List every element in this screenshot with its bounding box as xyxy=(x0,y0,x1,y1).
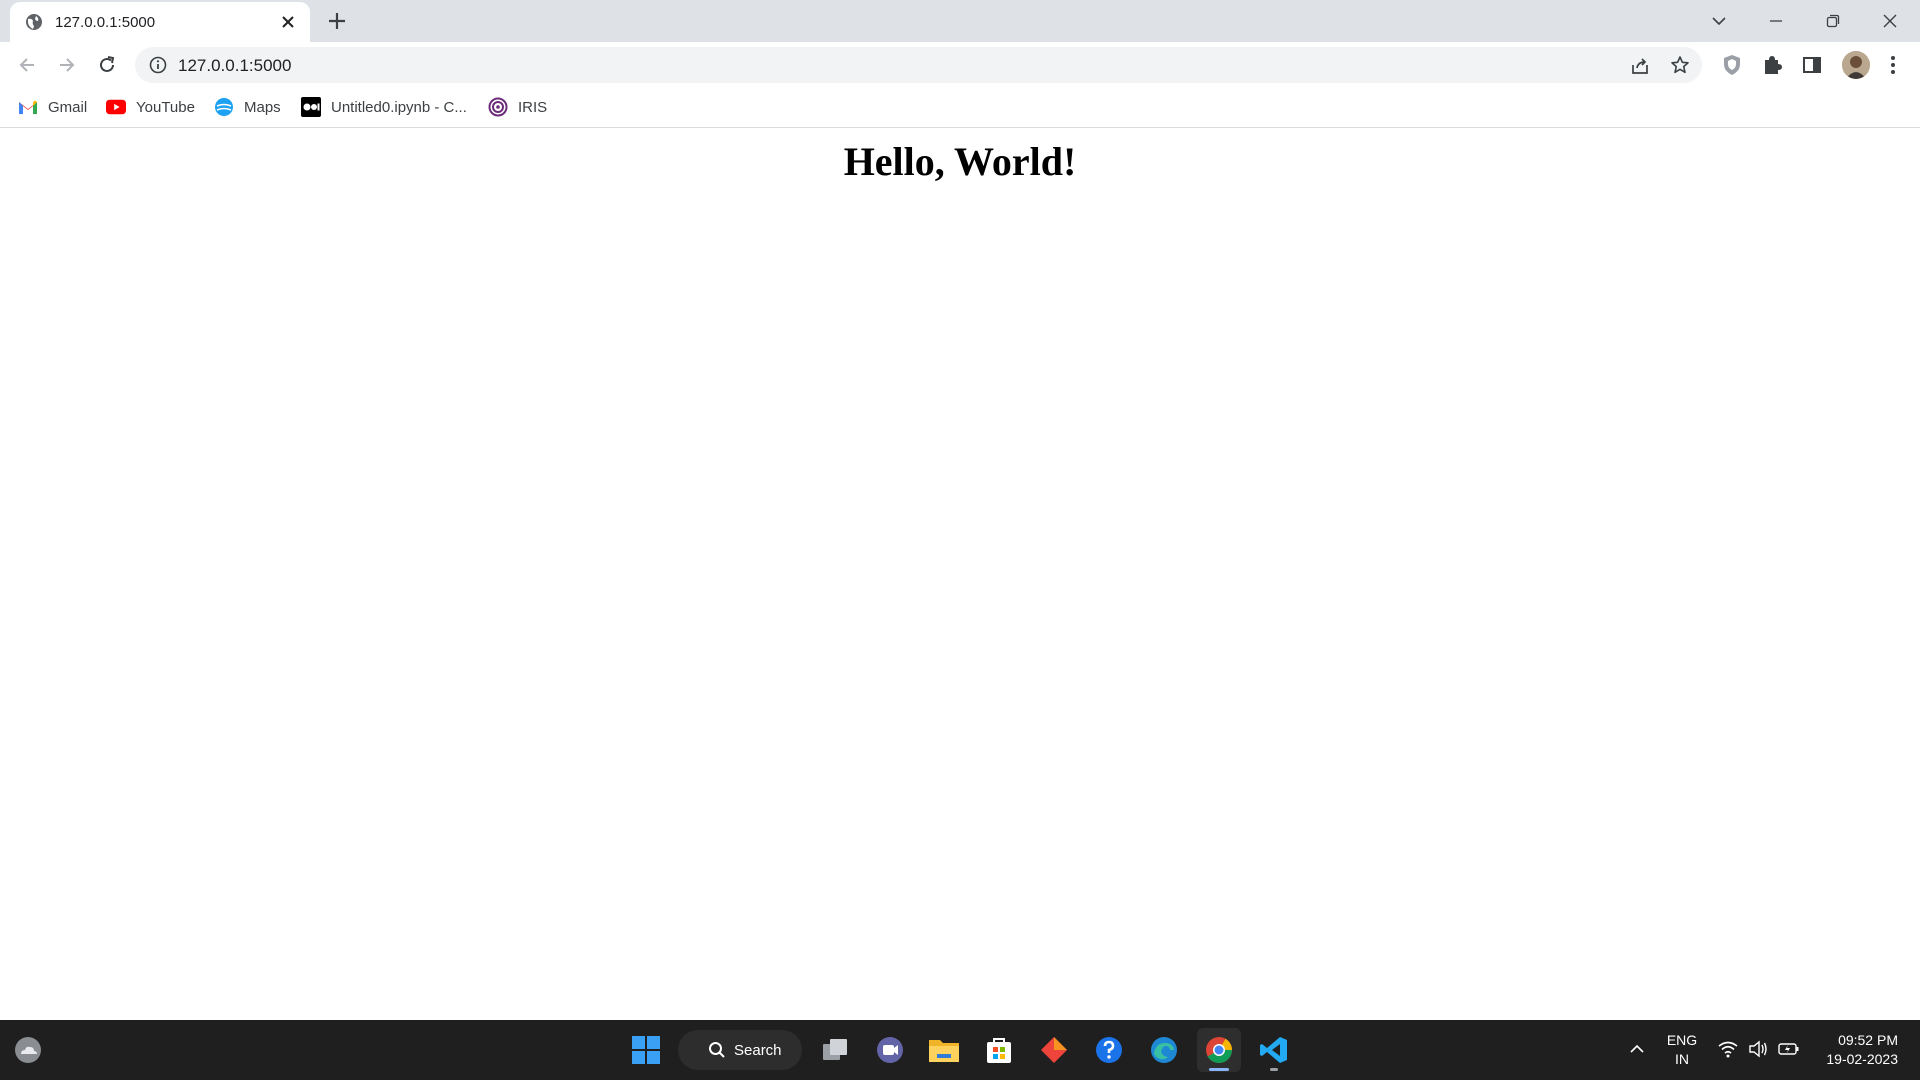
globe-icon xyxy=(26,14,42,30)
anydesk-button[interactable] xyxy=(1032,1028,1076,1072)
more-vertical-icon xyxy=(1891,56,1895,74)
restore-icon xyxy=(1826,14,1840,28)
language-code: ENG xyxy=(1666,1032,1698,1048)
tab-search-button[interactable] xyxy=(1696,6,1742,36)
teams-chat-button[interactable] xyxy=(868,1028,912,1072)
widgets-button[interactable] xyxy=(6,1028,50,1072)
store-icon xyxy=(987,1038,1011,1063)
windows-start-icon xyxy=(632,1036,660,1064)
bookmark-colab[interactable]: Untitled0.ipynb - C... xyxy=(301,94,467,120)
wifi-icon xyxy=(1718,1041,1738,1058)
new-tab-icon[interactable] xyxy=(326,10,348,32)
wifi-status[interactable] xyxy=(1718,1040,1738,1063)
folder-icon xyxy=(929,1040,959,1062)
chrome-button[interactable] xyxy=(1197,1028,1241,1072)
shield-icon xyxy=(1724,55,1740,75)
task-view-button[interactable] xyxy=(813,1028,857,1072)
address-bar[interactable]: 127.0.0.1:5000 xyxy=(135,47,1702,83)
microsoft-store-button[interactable] xyxy=(977,1028,1021,1072)
taskbar: Search ENG IN 09:52 PM 19-02-2023 xyxy=(0,1020,1920,1080)
shield-extension-button[interactable] xyxy=(1720,53,1744,77)
menu-button[interactable] xyxy=(1881,53,1905,77)
maps-icon xyxy=(214,97,234,117)
arrow-right-icon xyxy=(60,58,75,72)
file-explorer-button[interactable] xyxy=(922,1028,966,1072)
youtube-icon xyxy=(106,97,126,117)
chrome-icon xyxy=(1206,1037,1233,1064)
tab-title: 127.0.0.1:5000 xyxy=(55,14,156,31)
start-button[interactable] xyxy=(624,1028,668,1072)
input-language-indicator[interactable]: ENG IN xyxy=(1662,1031,1702,1069)
colab-icon xyxy=(301,97,321,117)
puzzle-icon xyxy=(1765,56,1782,74)
bookmark-maps[interactable]: Maps xyxy=(214,94,281,120)
volume-icon xyxy=(1749,1040,1767,1058)
browser-toolbar: 127.0.0.1:5000 xyxy=(0,42,1920,88)
bookmark-iris[interactable]: IRIS xyxy=(488,94,547,120)
volume-status[interactable] xyxy=(1748,1040,1768,1063)
chat-icon xyxy=(877,1037,903,1063)
avatar-icon xyxy=(1842,51,1870,79)
weather-icon xyxy=(15,1037,41,1063)
bookmark-youtube[interactable]: YouTube xyxy=(106,94,195,120)
forward-button[interactable] xyxy=(52,50,82,80)
bookmark-gmail[interactable]: Gmail xyxy=(18,94,87,120)
open-app-indicator xyxy=(1270,1068,1278,1071)
task-view-icon xyxy=(823,1039,847,1060)
search-label: Search xyxy=(734,1041,782,1059)
help-icon xyxy=(1096,1037,1122,1063)
close-tab-icon[interactable] xyxy=(280,14,296,30)
share-icon[interactable] xyxy=(1630,56,1650,76)
info-icon[interactable] xyxy=(149,56,167,74)
restore-button[interactable] xyxy=(1810,6,1856,36)
battery-icon xyxy=(1778,1043,1799,1055)
clock-time: 09:52 PM xyxy=(1838,1032,1898,1048)
side-panel-button[interactable] xyxy=(1800,53,1824,77)
minimize-icon xyxy=(1770,20,1782,22)
taskbar-search[interactable]: Search xyxy=(678,1030,802,1070)
vscode-icon xyxy=(1260,1037,1287,1063)
url-text[interactable]: 127.0.0.1:5000 xyxy=(178,56,291,76)
chevron-up-icon xyxy=(1630,1044,1644,1053)
reload-button[interactable] xyxy=(92,50,122,80)
close-icon xyxy=(1883,14,1897,28)
arrow-left-icon xyxy=(19,58,34,72)
diamond-app-icon xyxy=(1041,1037,1067,1063)
tab-strip: 127.0.0.1:5000 xyxy=(0,0,1920,42)
region-code: IN xyxy=(1675,1051,1689,1067)
bookmark-star-icon[interactable] xyxy=(1670,55,1690,75)
clock[interactable]: 09:52 PM 19-02-2023 xyxy=(1812,1031,1898,1069)
edge-button[interactable] xyxy=(1142,1028,1186,1072)
profile-avatar[interactable] xyxy=(1842,51,1870,79)
back-button[interactable] xyxy=(12,50,42,80)
side-panel-icon xyxy=(1803,57,1821,73)
battery-status[interactable] xyxy=(1778,1040,1800,1063)
gmail-icon xyxy=(18,97,38,117)
close-window-button[interactable] xyxy=(1867,6,1913,36)
reload-icon xyxy=(100,56,115,72)
browser-tab[interactable]: 127.0.0.1:5000 xyxy=(10,2,310,42)
iris-icon xyxy=(488,97,508,117)
active-app-indicator xyxy=(1209,1068,1229,1071)
chevron-down-icon xyxy=(1712,17,1726,26)
minimize-button[interactable] xyxy=(1753,6,1799,36)
page-heading: Hello, World! xyxy=(843,139,1077,184)
bookmarks-bar: Gmail YouTube Maps Untitled0.ipynb - C..… xyxy=(0,88,1920,128)
vscode-button[interactable] xyxy=(1252,1028,1296,1072)
get-help-button[interactable] xyxy=(1087,1028,1131,1072)
show-hidden-icons-button[interactable] xyxy=(1628,1040,1646,1063)
edge-icon xyxy=(1151,1037,1177,1063)
search-icon xyxy=(709,1042,725,1058)
clock-date: 19-02-2023 xyxy=(1826,1051,1898,1067)
extensions-button[interactable] xyxy=(1760,53,1784,77)
page-content: Hello, World! xyxy=(0,128,1920,1020)
